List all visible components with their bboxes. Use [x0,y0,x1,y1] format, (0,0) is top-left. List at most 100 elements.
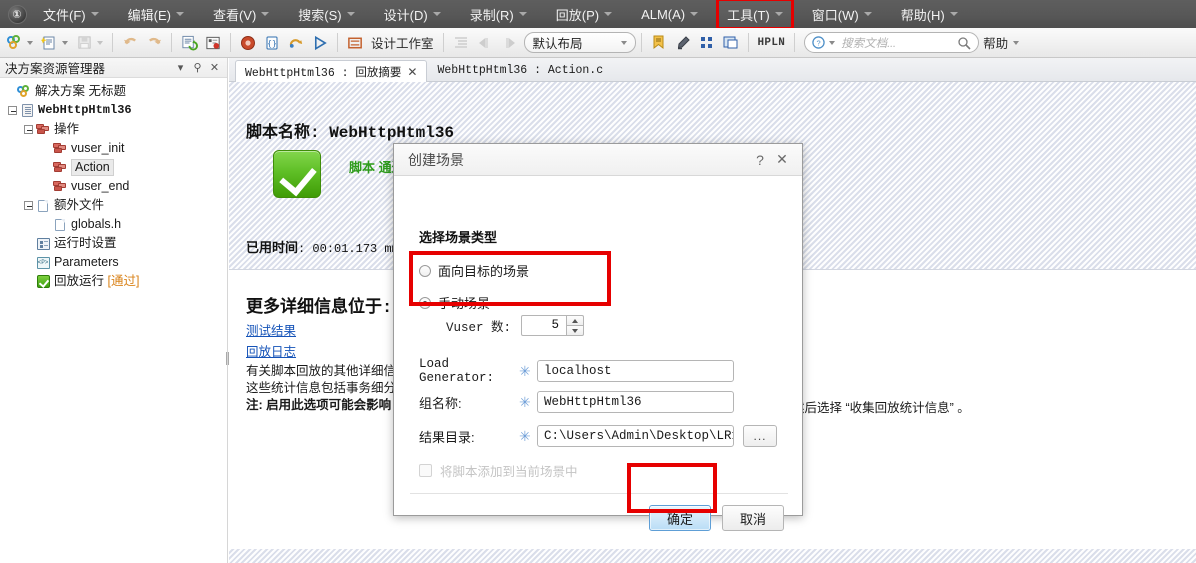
radio-manual[interactable]: 手动场景 [419,293,490,312]
create-scenario-dialog: 创建场景 ? ✕ 选择场景类型 面向目标的场景 手动场景 Vuser 数: 5 [393,143,803,531]
replay-with-options-icon[interactable] [285,31,307,55]
bookmark-icon[interactable] [648,31,670,55]
save-icon[interactable] [73,31,95,55]
menu-edit[interactable]: 编辑(E) [119,0,193,28]
add-to-scenario-row[interactable]: 将脚本添加到当前场景中 [419,461,578,480]
chevron-down-icon[interactable] [27,40,33,45]
tree-item-actions[interactable]: 操作 [0,120,227,139]
link-test-results[interactable]: 测试结果 [246,320,296,339]
arrow-up-icon [572,318,579,323]
record-icon[interactable] [237,31,259,55]
window-layout-icon[interactable] [720,31,742,55]
tree-expander-extra-files[interactable] [22,201,35,210]
tree-item-script[interactable]: WebHttpHtml36 [0,101,227,120]
menu-window[interactable]: 窗口(W) [803,0,881,28]
menu-view[interactable]: 查看(V) [204,0,278,28]
tree-item-solution[interactable]: 解决方案 无标题 [0,82,227,101]
tree-item-vuser-end[interactable]: vuser_end [0,177,227,196]
menu-tools[interactable]: 工具(T) [716,0,794,30]
tree-item-extra-files[interactable]: 额外文件 [0,196,227,215]
pass-check-icon [273,150,321,198]
group-name-label: 组名称: [419,395,462,411]
group-name-input[interactable]: WebHttpHtml36 [537,391,734,413]
radio-goal-oriented-button[interactable] [419,264,431,277]
tree-item-action[interactable]: Action [0,158,227,177]
grid-icon[interactable] [696,31,718,55]
cancel-button[interactable]: 取消 [722,505,784,531]
close-icon[interactable]: ✕ [206,61,223,74]
design-studio-icon[interactable] [344,31,366,55]
search-input[interactable]: 搜索文档... [841,35,953,51]
dialog-separator [410,493,788,494]
chevron-down-icon[interactable]: ▾ [172,61,189,74]
result-directory-input[interactable]: C:\Users\Admin\Desktop\LR12\脚本 [537,425,734,447]
close-icon[interactable]: ✕ [771,151,793,168]
tab-action-c[interactable]: WebHttpHtml36 : Action.c [427,59,613,81]
radio-manual-button[interactable] [419,296,431,309]
vuser-count-input[interactable]: 5 [521,315,568,336]
tree-item-globals-h[interactable]: globals.h [0,215,227,234]
tree-item-parameters[interactable]: <P> Parameters [0,253,227,272]
menu-record[interactable]: 录制(R) [461,0,536,28]
menu-alm[interactable]: ALM(A) [632,0,707,28]
spin-down-button[interactable] [567,325,585,336]
menu-help[interactable]: 帮助(H) [892,0,967,28]
menu-search[interactable]: 搜索(S) [289,0,363,28]
help-icon[interactable]: ? [749,152,771,168]
chevron-down-icon[interactable] [829,40,836,45]
menu-bar: ① 文件(F) 编辑(E) 查看(V) 搜索(S) 设计(D) 录制(R) 回放… [0,0,1196,30]
spin-up-button[interactable] [567,315,585,325]
hpln-label[interactable]: HPLN [754,37,790,49]
details-paragraph-2: 这些统计信息包括事务细分 [246,381,397,395]
load-generator-input[interactable]: localhost [537,360,734,382]
highlighter-icon[interactable] [672,31,694,55]
indent-icon[interactable] [450,31,472,55]
tree-item-replay-run[interactable]: 回放运行 [通过] [0,272,227,291]
application-window: ① 文件(F) 编辑(E) 查看(V) 搜索(S) 设计(D) 录制(R) 回放… [0,0,1196,563]
chevron-down-icon[interactable] [1013,40,1020,45]
vuser-count-stepper[interactable]: 5 [521,315,585,336]
tab-replay-summary[interactable]: WebHttpHtml36 : 回放摘要 ✕ [235,60,428,82]
toolbar-separator [794,33,796,52]
menu-window-label: 窗口(W) [811,7,859,23]
new-solution-icon[interactable] [3,31,25,55]
design-studio-label[interactable]: 设计工作室 [367,33,438,52]
layout-combo[interactable]: 默认布局 [523,32,636,53]
redo-icon[interactable] [143,31,165,55]
menu-alm-label: ALM(A) [641,6,686,22]
new-script-icon[interactable] [38,31,60,55]
link-replay-log[interactable]: 回放日志 [246,341,296,360]
chevron-down-icon[interactable] [62,40,68,45]
app-logo[interactable]: ① [0,0,34,28]
run-icon[interactable] [309,31,331,55]
step-forward-icon[interactable] [498,31,520,55]
search-box[interactable]: ? 搜索文档... [804,32,980,53]
script-settings-icon[interactable] [202,31,224,55]
step-back-icon[interactable] [474,31,496,55]
add-to-scenario-checkbox[interactable] [419,464,432,477]
action-icon [52,143,68,154]
pin-icon[interactable]: ⚲ [189,61,206,74]
undo-icon[interactable] [119,31,141,55]
refresh-script-icon[interactable] [178,31,200,55]
menu-replay[interactable]: 回放(P) [547,0,621,28]
ok-button[interactable]: 确定 [649,505,711,531]
tree-item-vuser-init[interactable]: vuser_init [0,139,227,158]
tree-expander-script[interactable] [6,106,19,115]
menu-file[interactable]: 文件(F) [34,0,108,28]
tree-item-runtime-settings[interactable]: 运行时设置 [0,234,227,253]
browse-button[interactable]: ... [743,425,777,447]
tree-expander-actions[interactable] [22,125,35,134]
tree-item-runtime-settings-label: 运行时设置 [54,236,117,250]
help-label[interactable]: 帮助 [979,33,1012,52]
toolbar: {} 设计工作室 默认布局 HPLN ? 搜索文档... 帮助 [0,28,1196,58]
menu-record-label: 录制(R) [469,7,514,23]
vuser-count-spin-buttons[interactable] [567,315,585,336]
code-view-icon[interactable]: {} [261,31,283,55]
close-icon[interactable]: ✕ [407,65,417,79]
runtime-settings-icon [35,237,51,250]
chevron-down-icon[interactable] [97,40,103,45]
menu-design[interactable]: 设计(D) [375,0,450,28]
radio-goal-oriented[interactable]: 面向目标的场景 [419,261,529,280]
layout-combo-value: 默认布局 [532,37,583,51]
